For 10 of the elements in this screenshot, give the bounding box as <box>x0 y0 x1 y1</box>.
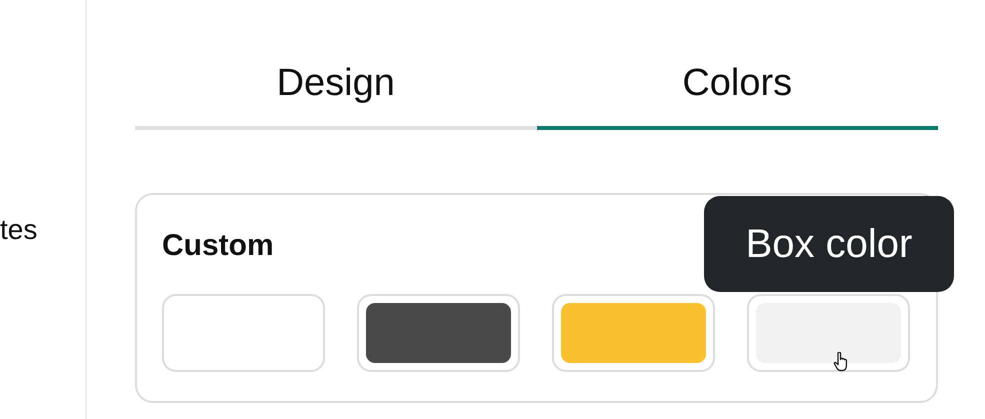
tooltip: Box color <box>704 196 954 292</box>
hand-cursor-icon <box>833 352 849 372</box>
panel-title: Custom <box>162 228 274 264</box>
color-swatch[interactable] <box>357 294 520 372</box>
color-swatch[interactable] <box>162 294 325 372</box>
tab[interactable]: Design <box>135 48 536 130</box>
color-swatch[interactable] <box>552 294 715 372</box>
color-swatch[interactable] <box>747 294 910 372</box>
sidebar-item[interactable]: tes <box>0 212 85 248</box>
tab[interactable]: Colors <box>536 48 938 130</box>
